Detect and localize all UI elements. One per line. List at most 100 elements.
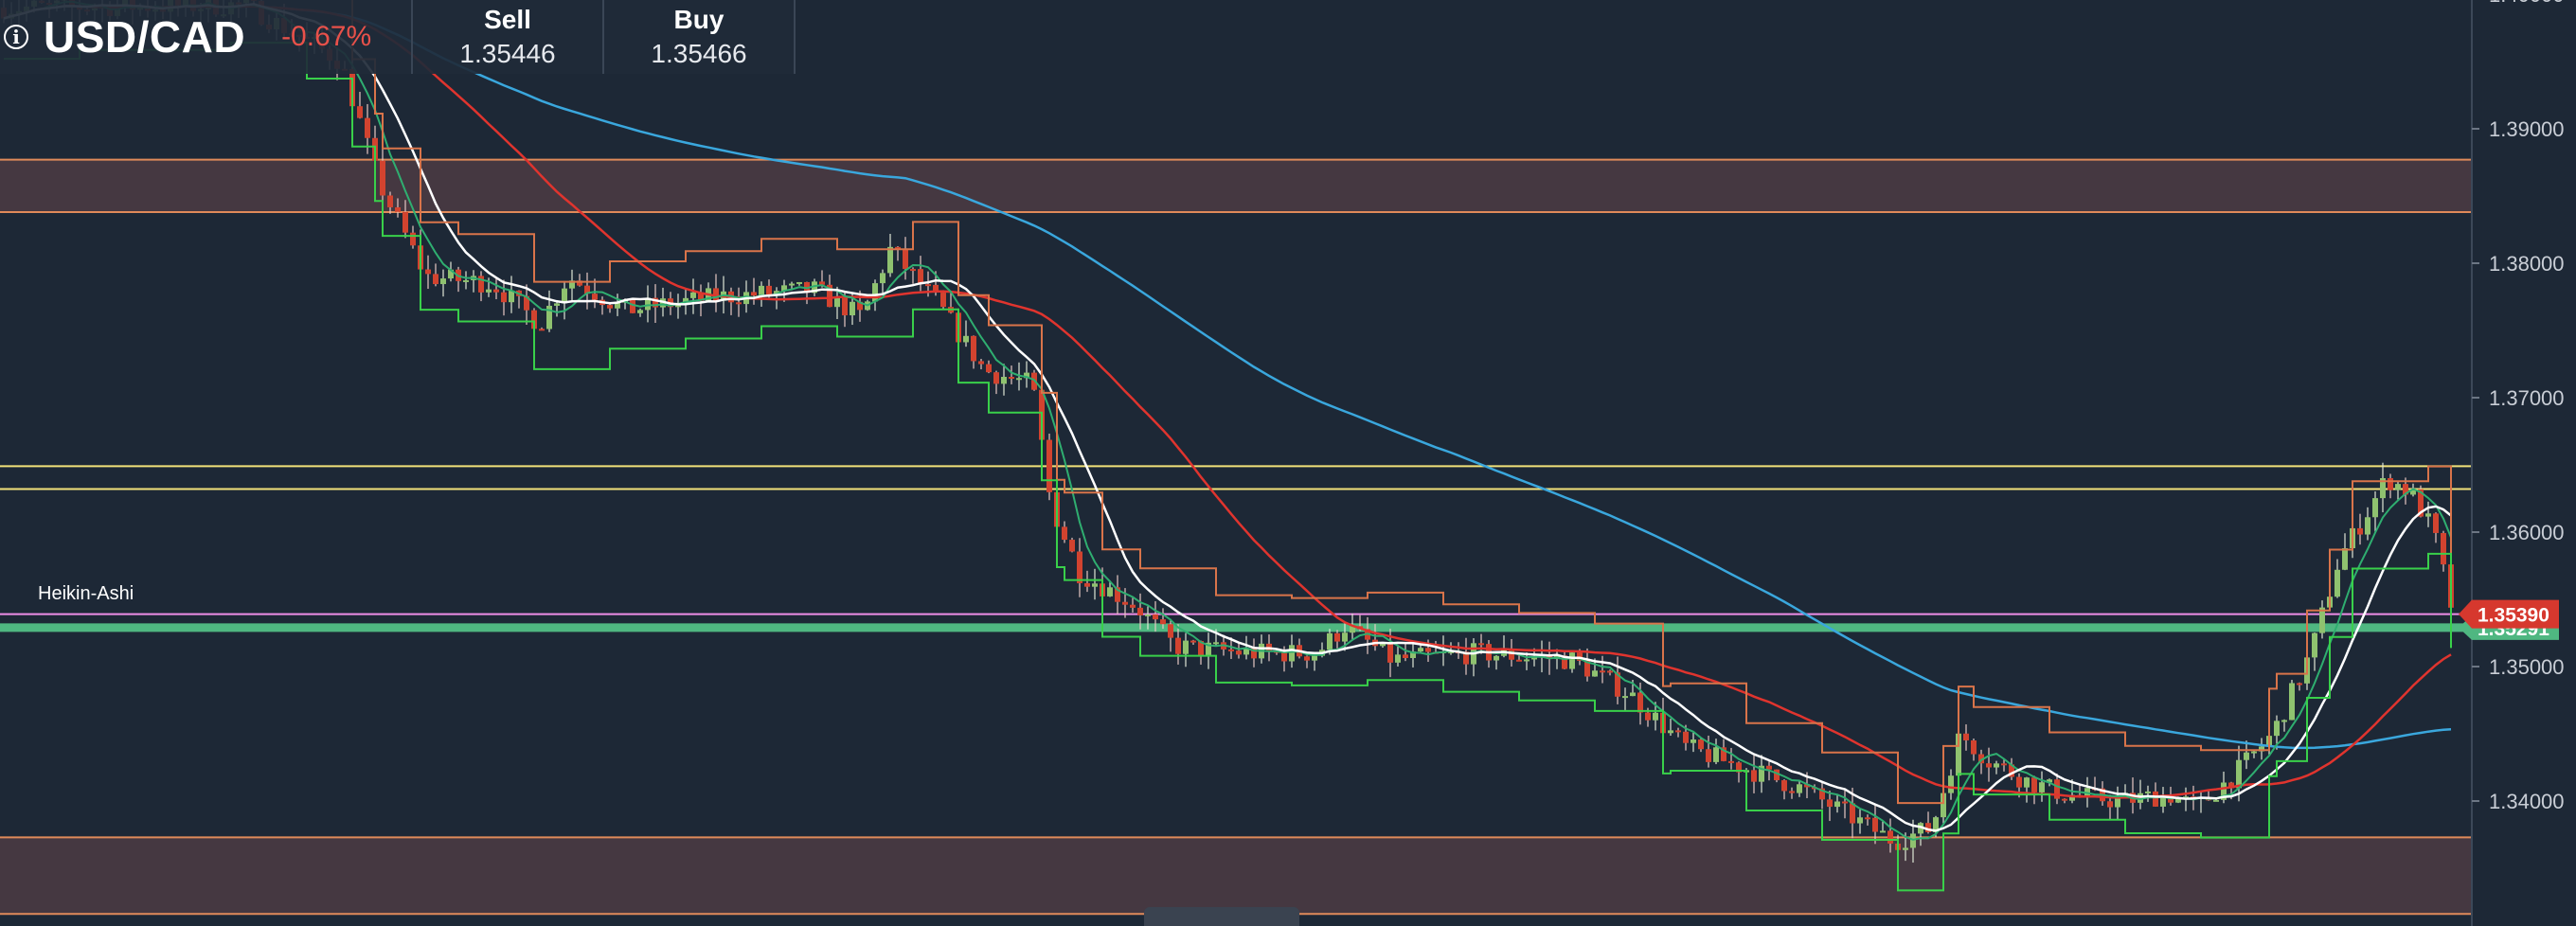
candle-body — [1781, 780, 1787, 792]
study-label: Heikin-Ashi — [38, 583, 134, 604]
zone-1 — [0, 837, 2472, 915]
candle-body — [2062, 798, 2067, 801]
candle-body — [1857, 817, 1863, 824]
candle-body — [607, 305, 613, 309]
ma-red-line — [3, 5, 2452, 799]
candle-body — [2388, 478, 2393, 490]
candle-body — [1046, 439, 1052, 492]
candle-body — [1668, 730, 1673, 734]
axis-tick-label: 1.38000 — [2489, 252, 2565, 276]
info-icon[interactable]: i — [4, 25, 28, 49]
candle-body — [1865, 817, 1870, 820]
candle-body — [1713, 747, 1719, 762]
candle-body — [501, 292, 507, 303]
candle-body — [1872, 817, 1878, 832]
candle-body — [410, 232, 416, 246]
sell-button[interactable]: Sell 1.35446 — [411, 0, 602, 74]
candle-body — [463, 279, 469, 282]
zone-0 — [0, 159, 2472, 213]
candle-body — [1637, 692, 1643, 713]
candle-body — [766, 285, 772, 295]
heikin-ashi-candles — [1, 0, 2454, 865]
candle-body — [1766, 765, 1772, 770]
candle-body — [2289, 683, 2295, 721]
indicator-lines — [3, 0, 2452, 892]
price-chart[interactable]: 1.40000 1.39000 1.38000 1.37000 1.36000 1.350… — [0, 0, 2576, 926]
candle-body — [2334, 569, 2340, 597]
candle-body — [493, 289, 499, 293]
candle-body — [1175, 637, 1181, 654]
candle-body — [940, 293, 946, 308]
candle-body — [395, 206, 401, 212]
candle-body — [365, 117, 370, 138]
buy-price: 1.35466 — [651, 39, 747, 68]
instrument-header: i USD/CAD -0.67% Sell 1.35446 Buy 1.3546… — [0, 0, 796, 74]
candle-body — [2441, 532, 2446, 565]
candle-body — [842, 295, 848, 316]
candle-body — [1607, 670, 1613, 673]
candle-body — [751, 292, 757, 296]
candle-body — [1690, 739, 1696, 743]
candle-body — [2016, 776, 2022, 788]
axis-tick-label: 1.40000 — [2489, 0, 2565, 7]
candle-body — [1137, 607, 1143, 615]
candle-body — [380, 160, 385, 196]
candle-body — [1403, 654, 1408, 659]
candle-body — [1387, 642, 1393, 663]
candle-body — [554, 303, 560, 306]
candle-body — [1107, 587, 1113, 597]
price-tag-text: 1.35390 — [2478, 605, 2549, 627]
scroll-handle[interactable] — [1144, 907, 1299, 926]
candle-body — [1827, 799, 1833, 808]
candle-body — [2115, 797, 2120, 808]
candle-body — [1880, 830, 1886, 833]
candle-body — [789, 283, 795, 286]
buy-button[interactable]: Buy 1.35466 — [602, 0, 796, 74]
price-change: -0.67% — [281, 21, 372, 52]
candle-body — [1084, 582, 1090, 587]
candle-body — [1312, 655, 1317, 661]
candle-body — [1622, 696, 1628, 699]
candle-body — [1077, 551, 1082, 583]
candle-body — [630, 299, 635, 313]
symbol-block[interactable]: i USD/CAD -0.67% — [0, 0, 411, 74]
candle-body — [425, 269, 431, 275]
candle-body — [1478, 643, 1484, 646]
price-axis: 1.40000 1.39000 1.38000 1.37000 1.36000 1.350… — [2459, 0, 2565, 926]
candle-body — [1963, 733, 1969, 740]
candle-body — [440, 278, 446, 285]
price-tag: 1.35390 — [2459, 599, 2559, 629]
candle-body — [1842, 801, 1848, 804]
candle-body — [2357, 527, 2363, 535]
candle-body — [486, 289, 492, 293]
candle-body — [1994, 763, 1999, 768]
candle-body — [2145, 791, 2151, 793]
candle-body — [387, 195, 393, 207]
candle-body — [1706, 749, 1711, 762]
candle-body — [1236, 650, 1242, 655]
candle-body — [1675, 730, 1681, 733]
candle-body — [2236, 759, 2242, 789]
candle-body — [887, 246, 893, 274]
candle-body — [2297, 683, 2302, 686]
candle-body — [1001, 377, 1007, 384]
candle-body — [1062, 526, 1067, 541]
candle-body — [2365, 517, 2370, 535]
candle-body — [1190, 640, 1196, 643]
candle-body — [2024, 777, 2030, 788]
candle-body — [1425, 648, 1431, 652]
candle-body — [2001, 763, 2007, 766]
candle-body — [1910, 833, 1916, 848]
candle-body — [1342, 632, 1348, 642]
candle-body — [1948, 775, 1954, 793]
candle-body — [1168, 624, 1173, 638]
sell-label: Sell — [484, 5, 531, 34]
candle-body — [903, 249, 908, 270]
candle-body — [736, 302, 742, 305]
candle-body — [1092, 583, 1098, 587]
candle-body — [993, 372, 999, 384]
candle-body — [1850, 803, 1855, 824]
candle-body — [1145, 614, 1151, 616]
candle-body — [637, 310, 643, 313]
candle-body — [2342, 548, 2348, 570]
